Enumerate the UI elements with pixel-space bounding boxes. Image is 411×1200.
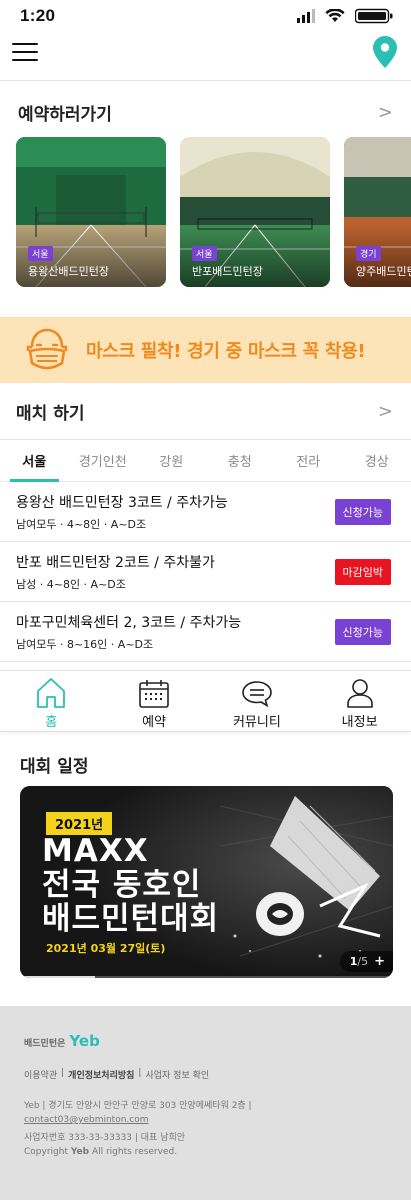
tab-gyeonggi-incheon[interactable]: 경기인천 bbox=[69, 440, 138, 481]
chat-icon bbox=[242, 681, 272, 708]
link-separator: | bbox=[138, 1068, 142, 1078]
link-separator: | bbox=[61, 1068, 65, 1078]
app-header bbox=[0, 32, 411, 72]
footer-links: 이용약관 | 개인정보처리방침 | 사업자 정보 확인 bbox=[24, 1068, 411, 1081]
mask-notice-banner[interactable]: 마스크 필착! 경기 중 마스크 꼭 착용! bbox=[0, 317, 411, 383]
location-pin-icon[interactable] bbox=[373, 36, 397, 68]
nav-label: 커뮤니티 bbox=[232, 715, 281, 730]
copyright-brand: Yeb bbox=[70, 1147, 90, 1157]
status-icons bbox=[297, 8, 393, 24]
signal-icon bbox=[297, 9, 315, 23]
match-row[interactable]: 반포 배드민턴장 2코트 / 주차불가 남성 · 4~8인 · A~D조 마감임… bbox=[0, 542, 411, 602]
headline-line-3: 배드민턴대회 bbox=[42, 901, 220, 937]
booking-section-header: 예약하러가기 > bbox=[0, 97, 411, 127]
footer-brand: 배드민턴은 Yeb bbox=[24, 1032, 411, 1058]
venue-carousel[interactable]: 서울 용왕산배드민턴장 서울 반포배드민턴장 경기 양주배드민턴장 bbox=[0, 137, 411, 287]
venue-card[interactable]: 서울 용왕산배드민턴장 bbox=[16, 137, 166, 287]
header-divider bbox=[0, 80, 411, 81]
footer: 배드민턴은 Yeb 이용약관 | 개인정보처리방침 | 사업자 정보 확인 Ye… bbox=[0, 1006, 411, 1200]
nav-label: 홈 bbox=[45, 715, 58, 730]
brand-prefix: 배드민턴은 bbox=[24, 1039, 66, 1049]
tournament-banner[interactable]: 2021년 MAXX 전국 동호인 배드민턴대회 2021년 03월 27일(토… bbox=[20, 786, 393, 978]
match-row-title: 반포 배드민턴장 2코트 / 주차불가 bbox=[16, 554, 215, 571]
nav-label: 내정보 bbox=[341, 715, 378, 730]
tournament-date: 2021년 03월 27일(토) bbox=[46, 942, 166, 955]
tab-gyeongsang[interactable]: 경상 bbox=[343, 440, 411, 481]
booking-more-link[interactable]: > bbox=[378, 102, 393, 123]
calendar-icon bbox=[139, 680, 169, 708]
footer-email-link[interactable]: contact03@yebminton.com bbox=[24, 1113, 411, 1127]
footer-business-number: 사업자번호 333-33-33333 | 대표 남희안 bbox=[24, 1133, 186, 1143]
match-row[interactable]: 용왕산 배드민턴장 3코트 / 주차가능 남여모두 · 4~8인 · A~D조 … bbox=[0, 482, 411, 542]
booking-title: 예약하러가기 bbox=[18, 104, 112, 125]
nav-home[interactable]: 홈 bbox=[0, 671, 103, 731]
footer-company-info: Yeb | 경기도 안양시 만안구 안양로 303 안양메쎄타워 2층 | co… bbox=[24, 1099, 411, 1159]
carousel-progress-track bbox=[20, 976, 393, 978]
footer-address: Yeb | 경기도 안양시 만안구 안양로 303 안양메쎄타워 2층 | bbox=[24, 1101, 252, 1111]
user-icon bbox=[346, 679, 373, 708]
region-badge: 경기 bbox=[356, 246, 381, 261]
match-row-meta: 남여모두 · 8~16인 · A~D조 bbox=[16, 637, 154, 651]
carousel-pager[interactable]: 1/5 + bbox=[339, 951, 393, 972]
tournament-title: 대회 일정 bbox=[20, 757, 89, 777]
match-row-meta: 남성 · 4~8인 · A~D조 bbox=[16, 577, 126, 591]
tab-jeolla[interactable]: 전라 bbox=[274, 440, 343, 481]
venue-name: 양주배드민턴장 bbox=[356, 265, 411, 278]
venue-card[interactable]: 서울 반포배드민턴장 bbox=[180, 137, 330, 287]
match-row-title: 용왕산 배드민턴장 3코트 / 주차가능 bbox=[16, 494, 228, 511]
status-badge[interactable]: 신청가능 bbox=[334, 618, 391, 645]
tournament-headline: MAXX 전국 동호인 배드민턴대회 bbox=[42, 834, 219, 936]
status-time: 1:20 bbox=[20, 6, 56, 25]
match-row-meta: 남여모두 · 4~8인 · A~D조 bbox=[16, 517, 147, 531]
venue-name: 용왕산배드민턴장 bbox=[28, 265, 109, 278]
region-badge: 서울 bbox=[28, 246, 53, 261]
venue-name: 반포배드민턴장 bbox=[192, 265, 263, 278]
footer-copyright: Copyright Yeb All rights reserved. bbox=[24, 1145, 411, 1159]
match-info: 마포구민체육센터 2, 3코트 / 주차가능 남여모두 · 8~16인 · A~… bbox=[16, 612, 241, 652]
match-info: 반포 배드민턴장 2코트 / 주차불가 남성 · 4~8인 · A~D조 bbox=[16, 552, 215, 592]
match-list: 용왕산 배드민턴장 3코트 / 주차가능 남여모두 · 4~8인 · A~D조 … bbox=[0, 482, 411, 662]
region-tabs: 서울 경기인천 강원 충청 전라 경상 bbox=[0, 440, 411, 482]
status-badge[interactable]: 마감임박 bbox=[334, 558, 391, 585]
mask-notice-text: 마스크 필착! 경기 중 마스크 꼭 착용! bbox=[86, 341, 366, 362]
home-icon bbox=[37, 678, 66, 708]
tournament-year-tag: 2021년 bbox=[46, 812, 113, 835]
wifi-icon bbox=[325, 9, 345, 22]
venue-card[interactable]: 경기 양주배드민턴장 bbox=[344, 137, 411, 287]
terms-link[interactable]: 이용약관 bbox=[24, 1068, 57, 1081]
copyright-prefix: Copyright bbox=[24, 1147, 71, 1157]
match-section-header: 매치 하기 > bbox=[0, 383, 411, 439]
tab-gangwon[interactable]: 강원 bbox=[137, 440, 206, 481]
brand-logo: Yeb bbox=[69, 1032, 100, 1050]
tournament-section: 대회 일정 2021년 MAXX 전국 동호인 배드민턴대회 2021년 03월… bbox=[0, 732, 411, 978]
status-bar: 1:20 bbox=[0, 0, 411, 32]
battery-icon bbox=[355, 8, 393, 24]
carousel-progress-fill bbox=[20, 976, 95, 978]
headline-line-2: 전국 동호인 bbox=[42, 867, 202, 903]
pager-total: /5 bbox=[357, 955, 369, 968]
plus-icon[interactable]: + bbox=[374, 954, 385, 969]
bottom-navigation: 홈 예약 커뮤니티 내정보 bbox=[0, 670, 411, 732]
business-info-link[interactable]: 사업자 정보 확인 bbox=[145, 1068, 209, 1081]
status-badge[interactable]: 신청가능 bbox=[334, 498, 391, 525]
nav-reservation[interactable]: 예약 bbox=[103, 671, 206, 731]
tab-chungcheong[interactable]: 충청 bbox=[206, 440, 275, 481]
headline-line-1: MAXX bbox=[42, 833, 149, 869]
copyright-suffix: All rights reserved. bbox=[89, 1147, 178, 1157]
nav-community[interactable]: 커뮤니티 bbox=[206, 671, 309, 731]
tab-seoul[interactable]: 서울 bbox=[0, 440, 69, 482]
face-mask-icon bbox=[26, 328, 68, 370]
pager-text: 1/5 bbox=[350, 955, 368, 968]
nav-label: 예약 bbox=[142, 715, 167, 730]
match-info: 용왕산 배드민턴장 3코트 / 주차가능 남여모두 · 4~8인 · A~D조 bbox=[16, 492, 228, 532]
region-badge: 서울 bbox=[192, 246, 217, 261]
match-more-link[interactable]: > bbox=[378, 401, 393, 422]
match-row[interactable]: 마포구민체육센터 2, 3코트 / 주차가능 남여모두 · 8~16인 · A~… bbox=[0, 602, 411, 662]
match-title: 매치 하기 bbox=[16, 403, 85, 424]
match-row-title: 마포구민체육센터 2, 3코트 / 주차가능 bbox=[16, 614, 242, 631]
nav-my-info[interactable]: 내정보 bbox=[308, 671, 411, 731]
menu-icon[interactable] bbox=[12, 43, 38, 61]
privacy-policy-link[interactable]: 개인정보처리방침 bbox=[68, 1068, 134, 1081]
